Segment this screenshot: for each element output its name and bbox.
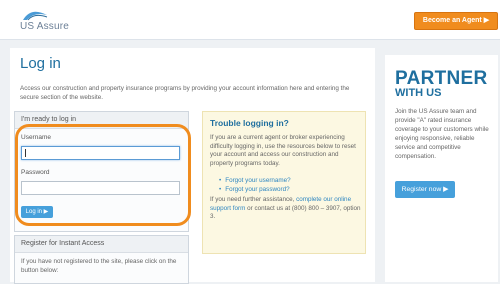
- username-input[interactable]: [21, 146, 180, 160]
- register-now-button[interactable]: Register now ▶: [395, 181, 455, 198]
- trouble-more-text: If you need further assistance, complete…: [210, 196, 362, 222]
- password-label: Password: [21, 169, 50, 176]
- bullet-icon: •: [219, 177, 222, 184]
- partner-text: Join the US Assure team and provide "A" …: [395, 108, 489, 160]
- partner-panel: PARTNER WITH US Join the US Assure team …: [385, 55, 498, 282]
- register-panel: Register for Instant Access If you have …: [14, 235, 189, 284]
- forgot-password-link[interactable]: • Forgot your password?: [219, 185, 291, 194]
- trouble-links: • Forgot your username? • Forgot your pass…: [219, 176, 291, 194]
- trouble-more-prefix: If you need further assistance,: [210, 196, 297, 203]
- become-agent-button[interactable]: Become an Agent ▶: [414, 12, 498, 30]
- register-heading: Register for Instant Access: [15, 236, 188, 253]
- us-assure-logo-icon[interactable]: [22, 9, 48, 21]
- username-label: Username: [21, 134, 51, 141]
- site-header: US Assure Become an Agent ▶: [0, 0, 500, 40]
- trouble-title: Trouble logging in?: [210, 118, 289, 128]
- login-button[interactable]: Log in ▶: [21, 206, 53, 218]
- intro-text: Access our construction and property ins…: [20, 85, 350, 101]
- forgot-username-link[interactable]: • Forgot your username?: [219, 176, 291, 185]
- login-panel: I'm ready to log in Username Password Lo…: [14, 111, 189, 232]
- page-title: Log in: [20, 55, 61, 72]
- logo-text[interactable]: US Assure: [20, 21, 69, 32]
- register-text: If you have not registered to the site, …: [21, 258, 177, 274]
- partner-subtitle: WITH US: [395, 87, 442, 99]
- trouble-text: If you are a current agent or broker exp…: [210, 134, 356, 167]
- text-caret: [25, 149, 26, 157]
- login-panel-heading: I'm ready to log in: [15, 112, 188, 129]
- password-input[interactable]: [21, 181, 180, 195]
- trouble-panel: Trouble logging in? If you are a current…: [202, 111, 366, 254]
- bullet-icon: •: [219, 186, 222, 193]
